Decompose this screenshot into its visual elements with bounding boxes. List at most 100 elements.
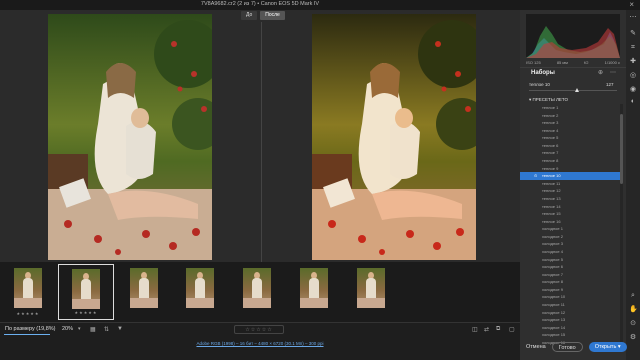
preset-item[interactable]: холодное 4: [520, 248, 620, 256]
preset-item[interactable]: холодное 12: [520, 309, 620, 317]
preset-item[interactable]: теплое 16: [520, 218, 620, 226]
create-preset-icon[interactable]: ⊕: [598, 69, 603, 76]
preset-list: теплое 1 теплое 2 теплое 3 теплое 4 теплое 5…: [520, 104, 620, 347]
tab-before[interactable]: До: [241, 11, 258, 20]
redeye-icon[interactable]: ◉: [629, 86, 637, 94]
done-button[interactable]: Готово: [551, 342, 583, 352]
toggle-sampler-icon[interactable]: ⊙: [629, 320, 637, 328]
preset-label: теплое 5: [542, 135, 559, 141]
crop-icon[interactable]: ⌗: [629, 44, 637, 52]
preset-item[interactable]: холодное 6: [520, 263, 620, 271]
preset-item[interactable]: холодное 13: [520, 316, 620, 324]
hand-icon[interactable]: ✋: [629, 306, 638, 314]
preset-scrollbar[interactable]: [620, 104, 623, 344]
preset-item[interactable]: теплое 5: [520, 134, 620, 142]
preset-item[interactable]: холодное 14: [520, 324, 620, 332]
preset-item[interactable]: холодное 2: [520, 233, 620, 241]
preset-group-header[interactable]: ▾ ПРЕСЕТЫ ЛЕТО: [529, 97, 568, 103]
compare-icon[interactable]: ◫: [472, 326, 478, 333]
histogram: [526, 14, 620, 58]
fit-to-screen-button[interactable]: По размеру (19,8%): [5, 326, 56, 332]
zoom-select[interactable]: 20%: [62, 326, 73, 332]
preset-item[interactable]: теплое 9: [520, 165, 620, 173]
preset-amount-value[interactable]: 127: [606, 82, 614, 87]
preset-item[interactable]: холодное 7: [520, 271, 620, 279]
before-after-tabs: До После: [241, 11, 285, 20]
preset-item[interactable]: теплое 2: [520, 112, 620, 120]
preset-item[interactable]: холодное 3: [520, 240, 620, 248]
preset-label: холодное 12: [542, 309, 566, 315]
thumbnail-image: [243, 268, 271, 308]
thumb-rating[interactable]: ★★★★★: [0, 311, 56, 316]
thumbnail-image: [14, 268, 42, 308]
preset-item[interactable]: теплое 6: [520, 142, 620, 150]
preset-item[interactable]: теплое 7: [520, 149, 620, 157]
preset-amount-slider[interactable]: [529, 90, 617, 91]
preset-item[interactable]: теплое 11: [520, 180, 620, 188]
more-options-icon[interactable]: ⋯: [610, 69, 616, 76]
healing-icon[interactable]: ✚: [629, 58, 637, 66]
before-photo: [48, 14, 212, 260]
preset-item[interactable]: холодное 8: [520, 278, 620, 286]
preset-item[interactable]: теплое 15: [520, 210, 620, 218]
preset-label: теплое 4: [542, 127, 559, 133]
exif-aperture: f/2: [584, 60, 589, 65]
preset-item[interactable]: теплое 4: [520, 127, 620, 135]
preset-label: теплое 12: [542, 188, 561, 194]
slider-thumb[interactable]: [575, 88, 580, 92]
open-button[interactable]: Открыть ▾: [588, 342, 627, 352]
filmstrip-thumb-selected[interactable]: ★★★★★: [58, 264, 114, 320]
preset-item[interactable]: холодное 10: [520, 293, 620, 301]
settings-icon[interactable]: ⚙: [629, 334, 637, 342]
chevron-down-icon[interactable]: ▾: [618, 344, 621, 350]
filmstrip-thumb[interactable]: [343, 264, 399, 320]
after-photo: [312, 14, 476, 260]
preset-item[interactable]: холодное 5: [520, 256, 620, 264]
scroll-thumb[interactable]: [620, 114, 623, 184]
chevron-down-icon[interactable]: ▾: [78, 326, 81, 332]
presets-icon[interactable]: ◐: [629, 98, 637, 106]
preset-label: холодное 7: [542, 271, 563, 277]
preset-item[interactable]: холодное 11: [520, 301, 620, 309]
rating-stars[interactable]: ☆☆☆☆☆: [234, 325, 284, 334]
preset-label: холодное 8: [542, 279, 563, 285]
preset-item[interactable]: теплое 8: [520, 157, 620, 165]
preset-item[interactable]: холодное 15: [520, 331, 620, 339]
more-icon[interactable]: ⋯: [629, 14, 637, 22]
grid-icon[interactable]: ▦: [90, 326, 96, 333]
filmstrip-thumb[interactable]: [286, 264, 342, 320]
close-icon[interactable]: ×: [629, 0, 634, 9]
preset-item[interactable]: теплое 14: [520, 203, 620, 211]
copy-settings-icon[interactable]: ⧉: [496, 326, 500, 333]
fullscreen-icon[interactable]: ▢: [509, 326, 515, 333]
preset-item-active[interactable]: ⊙ теплое 10: [520, 172, 620, 180]
preset-item[interactable]: теплое 12: [520, 187, 620, 195]
tab-after[interactable]: После: [260, 11, 285, 20]
preset-item[interactable]: теплое 13: [520, 195, 620, 203]
cancel-button[interactable]: Отмена: [526, 342, 546, 352]
preset-label: теплое 6: [542, 142, 559, 148]
zoom-icon[interactable]: ⌕: [629, 292, 637, 300]
sort-icon[interactable]: ⇅: [104, 326, 109, 333]
mask-icon[interactable]: ◎: [629, 72, 637, 80]
preset-item[interactable]: теплое 3: [520, 119, 620, 127]
dialog-actions: Отмена Готово Открыть ▾: [526, 342, 636, 352]
filmstrip-thumb[interactable]: [116, 264, 172, 320]
workflow-options-link[interactable]: Adobe RGB (1998) – 16 бит – 4480 × 6720 …: [0, 341, 520, 346]
swap-icon[interactable]: ⇄: [484, 326, 489, 333]
preset-label: холодное 1: [542, 226, 563, 232]
preset-label: холодное 10: [542, 294, 566, 300]
preset-label: холодное 13: [542, 317, 566, 323]
preset-item[interactable]: холодное 9: [520, 286, 620, 294]
filter-icon[interactable]: ▼: [117, 326, 123, 332]
filmstrip-thumb[interactable]: [172, 264, 228, 320]
thumb-rating[interactable]: ★★★★★: [59, 310, 113, 315]
preset-label: холодное 9: [542, 286, 563, 292]
preset-item[interactable]: холодное 1: [520, 225, 620, 233]
filmstrip-thumb[interactable]: ★★★★★: [0, 264, 56, 320]
filmstrip-thumb[interactable]: [229, 264, 285, 320]
edit-icon[interactable]: ✎: [629, 30, 637, 38]
preset-label: теплое 2: [542, 112, 559, 118]
filmstrip: ★★★★★ ★★★★★: [0, 262, 520, 322]
preset-item[interactable]: теплое 1: [520, 104, 620, 112]
